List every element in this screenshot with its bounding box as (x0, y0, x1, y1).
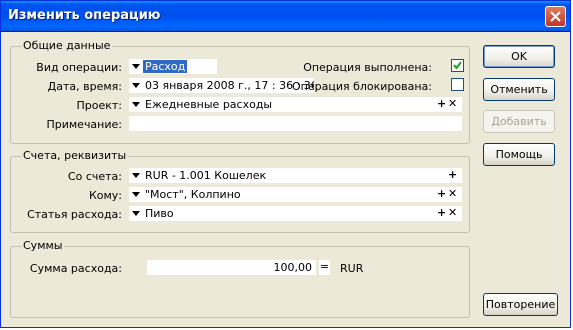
project-label: Проект: (76, 99, 122, 112)
currency-label: RUR (340, 262, 364, 275)
chevron-down-icon (132, 192, 140, 197)
add-button[interactable]: Добавить (483, 110, 555, 133)
add-project-icon[interactable]: + (437, 98, 446, 110)
close-button[interactable] (545, 6, 566, 27)
done-label: Операция выполнена: (303, 61, 432, 74)
chevron-down-icon (132, 83, 140, 88)
clear-recipient-icon[interactable]: ✕ (448, 188, 457, 200)
general-group-title: Общие данные (21, 39, 113, 52)
ok-button[interactable]: OK (483, 45, 555, 68)
project-select[interactable]: Ежедневные расходы + ✕ (129, 97, 462, 112)
expense-item-select[interactable]: Пиво + ✕ (129, 206, 462, 221)
expense-sum-input[interactable]: 100,00 (147, 260, 316, 275)
to-label: Кому: (88, 189, 122, 202)
repeat-button[interactable]: Повторение (483, 293, 558, 316)
project-value: Ежедневные расходы (145, 98, 273, 111)
clear-project-icon[interactable]: ✕ (448, 98, 457, 110)
op-type-select[interactable]: Расход (129, 59, 217, 74)
help-button[interactable]: Помощь (483, 143, 555, 166)
add-recipient-icon[interactable]: + (437, 188, 446, 200)
cancel-button[interactable]: Отменить (483, 78, 555, 101)
checkmark-icon (453, 61, 462, 70)
window-title: Изменить операцию (8, 8, 161, 23)
chevron-down-icon (132, 64, 140, 69)
expense-item-value: Пиво (145, 207, 174, 220)
accounts-group-title: Счета, реквизиты (21, 149, 129, 162)
sums-group: Суммы (10, 239, 470, 318)
add-expense-item-icon[interactable]: + (437, 207, 446, 219)
done-checkbox[interactable] (451, 59, 464, 72)
expense-sum-label: Сумма расхода: (29, 262, 122, 275)
to-select[interactable]: "Мост", Колпино + ✕ (129, 187, 462, 202)
dialog-window: Изменить операцию Общие данные Вид опера… (0, 0, 571, 328)
expense-item-label: Статья расхода: (27, 208, 122, 221)
note-input[interactable] (129, 116, 462, 131)
to-value: "Мост", Колпино (145, 188, 241, 201)
sums-group-title: Суммы (21, 239, 65, 252)
op-type-value: Расход (143, 60, 188, 73)
note-label: Примечание: (46, 118, 122, 131)
dialog-client: Общие данные Вид операции: Расход Операц… (4, 32, 567, 325)
blocked-checkbox[interactable] (451, 78, 464, 91)
datetime-value: 03 января 2008 г., 17 : 36 : 36 (145, 79, 314, 92)
expense-sum-value: 100,00 (273, 261, 313, 274)
op-type-label: Вид операции: (36, 61, 122, 74)
from-account-label: Со счета: (67, 170, 122, 183)
title-bar[interactable]: Изменить операцию (1, 1, 570, 32)
chevron-down-icon (132, 102, 140, 107)
clear-expense-item-icon[interactable]: ✕ (448, 207, 457, 219)
datetime-label: Дата, время: (47, 80, 122, 93)
from-account-select[interactable]: RUR - 1.001 Кошелек + (129, 168, 462, 183)
chevron-down-icon (132, 211, 140, 216)
close-icon (550, 11, 561, 22)
blocked-label: Операция блокирована: (291, 80, 432, 93)
datetime-field[interactable]: 03 января 2008 г., 17 : 36 : 36 (129, 78, 314, 93)
add-account-icon[interactable]: + (448, 169, 457, 181)
from-account-value: RUR - 1.001 Кошелек (145, 169, 267, 182)
calculator-equals-button[interactable]: = (319, 260, 330, 275)
chevron-down-icon (132, 173, 140, 178)
